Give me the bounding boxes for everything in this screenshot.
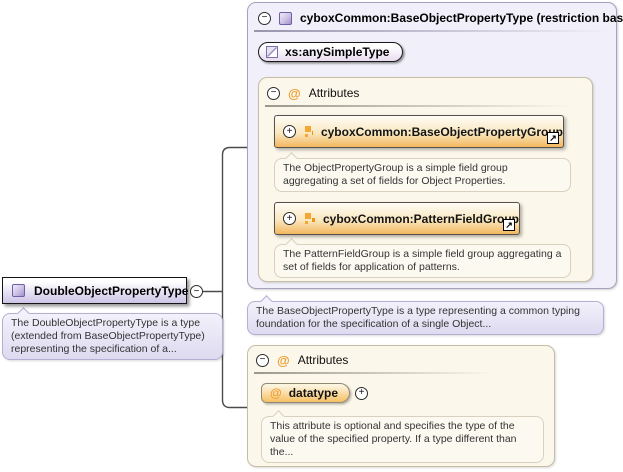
root-annotation-callout: The DoubleObjectPropertyType is a type (… <box>2 307 223 360</box>
attribute-group-icon <box>305 126 313 137</box>
base-type-annotation-text: The BaseObjectPropertyType is a type rep… <box>256 305 580 330</box>
simple-type-pill[interactable]: xs:anySimpleType <box>258 42 404 62</box>
attribute-name: datatype <box>288 386 339 400</box>
base-type-header: − cyboxCommon:BaseObjectPropertyType (re… <box>258 11 623 25</box>
attribute-expand-toggle[interactable]: + <box>355 386 369 400</box>
root-element-box[interactable]: DoubleObjectPropertyType <box>2 277 189 304</box>
attributes-panel: − @ Attributes @ datatype + This attribu… <box>247 345 555 467</box>
complex-type-icon <box>279 11 292 25</box>
attribute-datatype-pill[interactable]: @ datatype <box>261 383 351 403</box>
attribute-group-label: cyboxCommon:BaseObjectPropertyGroup <box>320 124 563 139</box>
attributes-section-header: − @ Attributes <box>267 86 359 100</box>
header-separator <box>254 30 610 32</box>
attributes-section: − @ Attributes + cyboxCommon:BaseObjectP… <box>258 77 593 282</box>
section-separator <box>265 105 572 107</box>
base-type-collapse-toggle[interactable]: − <box>258 11 271 25</box>
group-annotation-text: The ObjectPropertyGroup is a simple fiel… <box>283 162 508 187</box>
group-annotation-callout: The PatternFieldGroup is a simple field … <box>274 238 571 278</box>
root-element-label: DoubleObjectPropertyType <box>34 283 189 298</box>
attribute-annotation-text: This attribute is optional and specifies… <box>270 420 517 458</box>
attributes-collapse-toggle[interactable]: − <box>267 86 280 100</box>
base-type-title: cyboxCommon:BaseObjectPropertyType (rest… <box>300 11 623 25</box>
attributes-section-label: Attributes <box>308 86 360 100</box>
attributes-collapse-toggle[interactable]: − <box>256 353 269 367</box>
group-annotation-text: The PatternFieldGroup is a simple field … <box>283 248 562 273</box>
base-type-annotation-callout: The BaseObjectPropertyType is a type rep… <box>247 295 604 335</box>
attribute-at-icon: @ <box>270 385 282 400</box>
section-separator <box>254 372 494 374</box>
attribute-group-icon <box>305 213 315 224</box>
simple-type-icon <box>266 46 278 58</box>
simple-type-label: xs:anySimpleType <box>285 45 390 59</box>
base-type-panel: − cyboxCommon:BaseObjectPropertyType (re… <box>247 2 623 289</box>
root-annotation-text: The DoubleObjectPropertyType is a type (… <box>11 317 205 355</box>
xml-schema-diagram: DoubleObjectPropertyType − The DoubleObj… <box>0 0 623 472</box>
attribute-group-pattern-field[interactable]: + cyboxCommon:PatternFieldGroup ↗ <box>274 202 520 235</box>
attribute-at-icon: @ <box>277 352 290 368</box>
attribute-group-label: cyboxCommon:PatternFieldGroup <box>322 211 519 226</box>
attribute-at-icon: @ <box>288 85 301 101</box>
group-expand-toggle[interactable]: + <box>283 125 296 138</box>
goto-definition-icon[interactable]: ↗ <box>503 219 515 231</box>
complex-type-icon <box>12 284 25 297</box>
group-annotation-callout: The ObjectPropertyGroup is a simple fiel… <box>274 152 571 192</box>
goto-definition-icon[interactable]: ↗ <box>547 132 559 144</box>
group-expand-toggle[interactable]: + <box>283 212 296 225</box>
attribute-row: @ datatype + <box>261 383 369 403</box>
attributes-panel-header: − @ Attributes <box>256 353 348 367</box>
attribute-annotation-callout: This attribute is optional and specifies… <box>261 410 544 463</box>
attributes-panel-label: Attributes <box>297 353 349 367</box>
root-collapse-toggle[interactable]: − <box>190 285 203 298</box>
attribute-group-base-object-property[interactable]: + cyboxCommon:BaseObjectPropertyGroup ↗ <box>274 115 564 148</box>
